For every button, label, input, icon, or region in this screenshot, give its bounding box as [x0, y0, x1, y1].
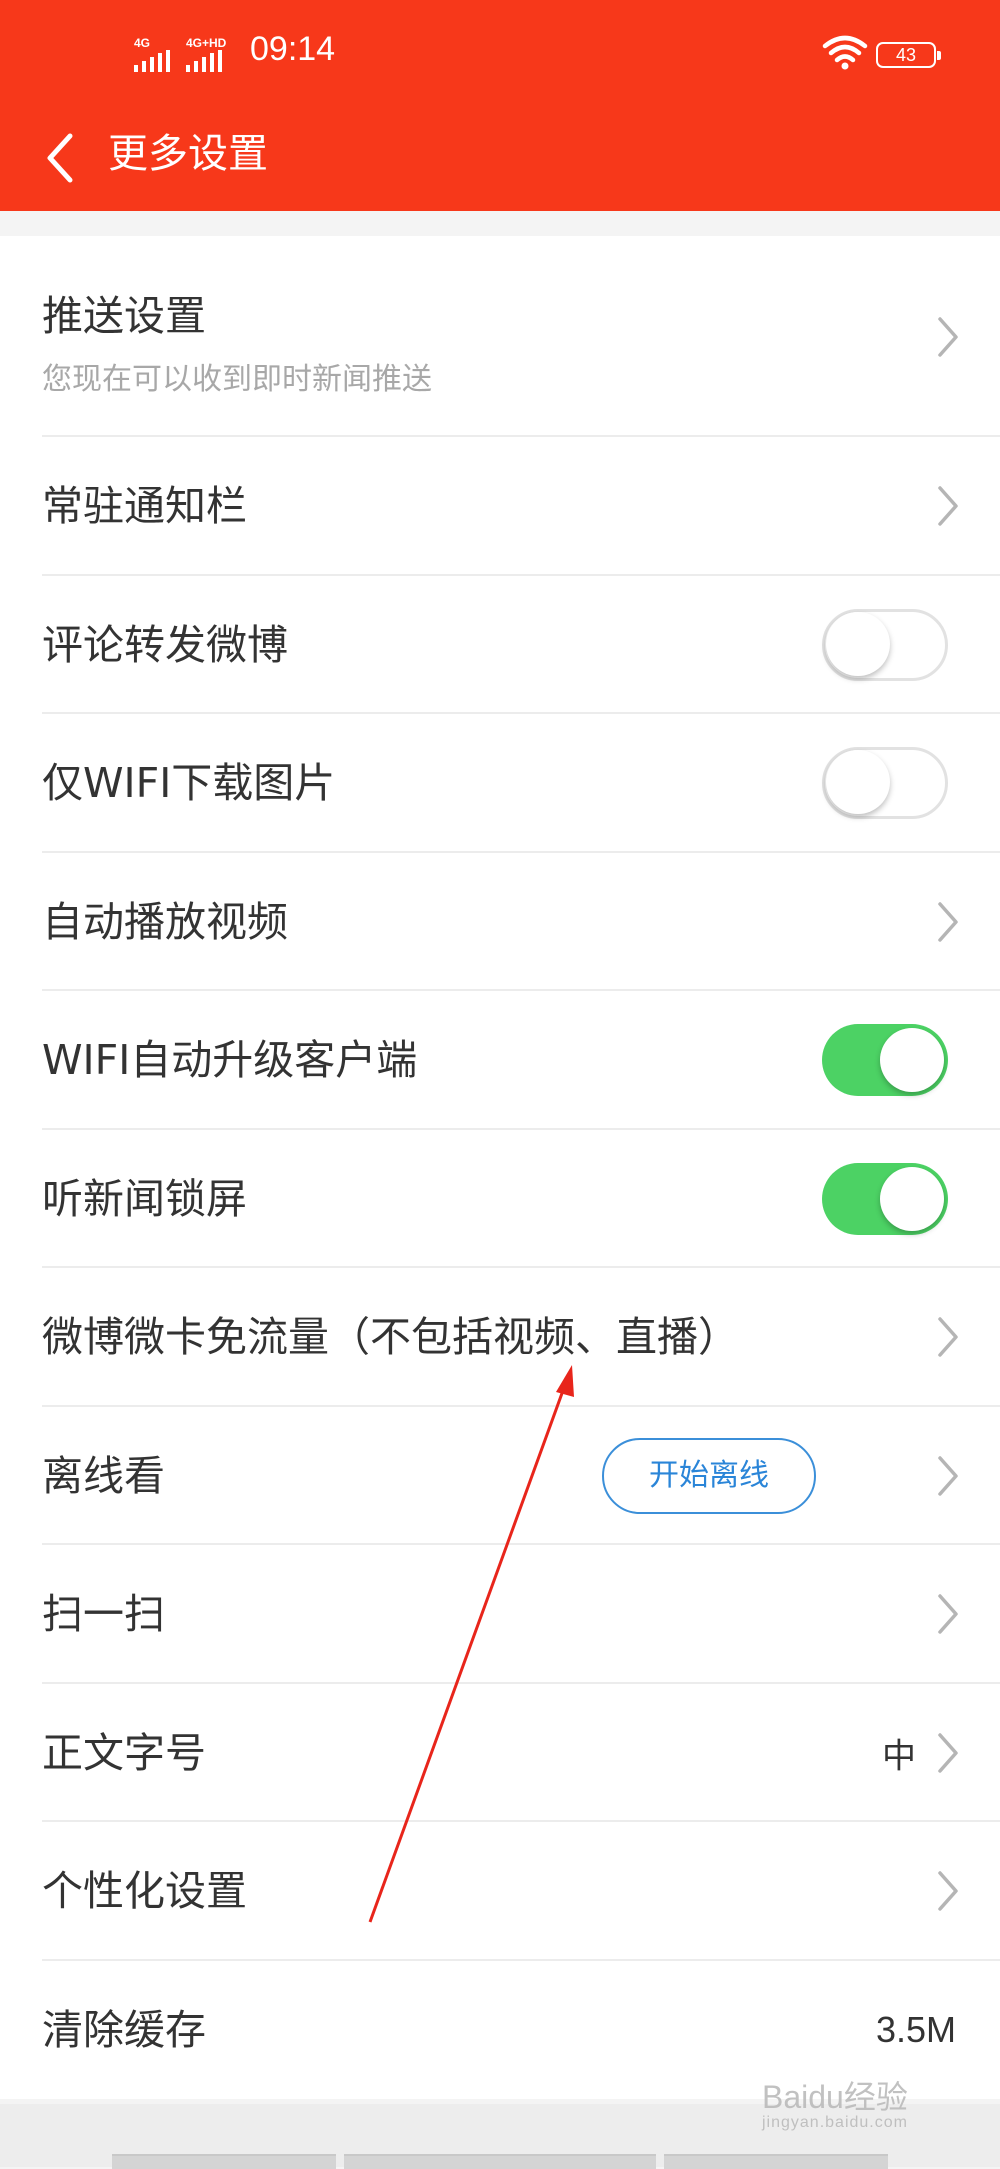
settings-label: 离线看 — [42, 1451, 165, 1500]
nav-bar: 更多设置 — [0, 110, 1000, 211]
settings-row-persistent-notification[interactable]: 常驻通知栏 — [0, 437, 1000, 576]
watermark-subtext: jingyan.baidu.com — [762, 2114, 908, 2131]
cache-size-value: 3.5M — [875, 2008, 956, 2050]
toggle-knob — [826, 611, 890, 676]
settings-label: 微博微卡免流量（不包括视频、直播） — [42, 1313, 739, 1362]
settings-label: 清除缓存 — [42, 2005, 206, 2054]
watermark-text: Baidu经验 — [762, 2079, 908, 2115]
settings-label: 推送设置 — [42, 292, 206, 340]
toggle-knob — [880, 1028, 944, 1093]
toggle-knob — [826, 750, 890, 815]
battery-level: 43 — [895, 45, 917, 65]
settings-row-scan[interactable]: 扫一扫 — [0, 1545, 1000, 1684]
wifi-only-images-toggle[interactable] — [822, 747, 948, 820]
comment-repost-toggle[interactable] — [822, 608, 948, 681]
settings-list: 推送设置 您现在可以收到即时新闻推送 常驻通知栏 评论转发微博 仅WIFI下载图… — [0, 236, 1000, 2099]
settings-row-autoplay-video[interactable]: 自动播放视频 — [0, 853, 1000, 991]
network-type-1: 4G — [134, 36, 151, 50]
chevron-right-icon[interactable] — [936, 1454, 960, 1498]
chevron-right-icon[interactable] — [936, 900, 960, 944]
chevron-right-icon[interactable] — [936, 484, 960, 528]
status-bar: 4G 4G+HD 09:14 43 — [0, 0, 1000, 110]
chevron-right-icon[interactable] — [936, 1731, 960, 1775]
settings-row-push[interactable]: 推送设置 您现在可以收到即时新闻推送 — [0, 236, 1000, 437]
baidu-watermark: Baidu经验 jingyan.baidu.com — [762, 2072, 908, 2132]
settings-row-font-size[interactable]: 正文字号 中 — [0, 1684, 1000, 1822]
news-lockscreen-toggle[interactable] — [822, 1162, 948, 1235]
wifi-auto-upgrade-toggle[interactable] — [822, 1024, 948, 1097]
settings-row-weibo-card-free-data[interactable]: 微博微卡免流量（不包括视频、直播） — [0, 1268, 1000, 1407]
settings-label: 扫一扫 — [42, 1590, 165, 1639]
chevron-right-icon[interactable] — [936, 1315, 960, 1359]
settings-label: 听新闻锁屏 — [42, 1174, 247, 1223]
settings-label: 正文字号 — [42, 1728, 206, 1777]
settings-row-offline-reading[interactable]: 离线看 开始离线 — [0, 1407, 1000, 1545]
settings-subtitle: 您现在可以收到即时新闻推送 — [42, 362, 432, 397]
page-title: 更多设置 — [108, 131, 268, 177]
chevron-right-icon[interactable] — [936, 1869, 960, 1913]
settings-label: 仅WIFI下载图片 — [42, 759, 336, 808]
settings-label: 常驻通知栏 — [42, 482, 247, 531]
settings-label: 评论转发微博 — [42, 620, 288, 669]
settings-label: 自动播放视频 — [42, 897, 288, 946]
start-offline-button[interactable]: 开始离线 — [602, 1437, 816, 1514]
back-arrow-icon[interactable] — [42, 128, 82, 188]
battery-icon: 43 — [876, 42, 941, 68]
wifi-icon — [822, 34, 868, 70]
app-header: 4G 4G+HD 09:14 43 更多设置 — [0, 0, 1000, 211]
settings-row-comment-repost-weibo: 评论转发微博 — [0, 576, 1000, 714]
settings-label: WIFI自动升级客户端 — [42, 1036, 418, 1085]
toggle-knob — [880, 1166, 944, 1231]
font-size-value: 中 — [882, 1736, 916, 1777]
status-time: 09:14 — [250, 30, 336, 68]
network-type-2: 4G+HD — [186, 36, 227, 50]
settings-row-wifi-auto-upgrade: WIFI自动升级客户端 — [0, 991, 1000, 1130]
settings-row-wifi-only-images: 仅WIFI下载图片 — [0, 714, 1000, 853]
chevron-right-icon[interactable] — [936, 315, 960, 359]
settings-row-personalization[interactable]: 个性化设置 — [0, 1822, 1000, 1961]
settings-row-news-lockscreen: 听新闻锁屏 — [0, 1130, 1000, 1268]
chevron-right-icon[interactable] — [936, 1592, 960, 1636]
settings-label: 个性化设置 — [42, 1867, 247, 1916]
